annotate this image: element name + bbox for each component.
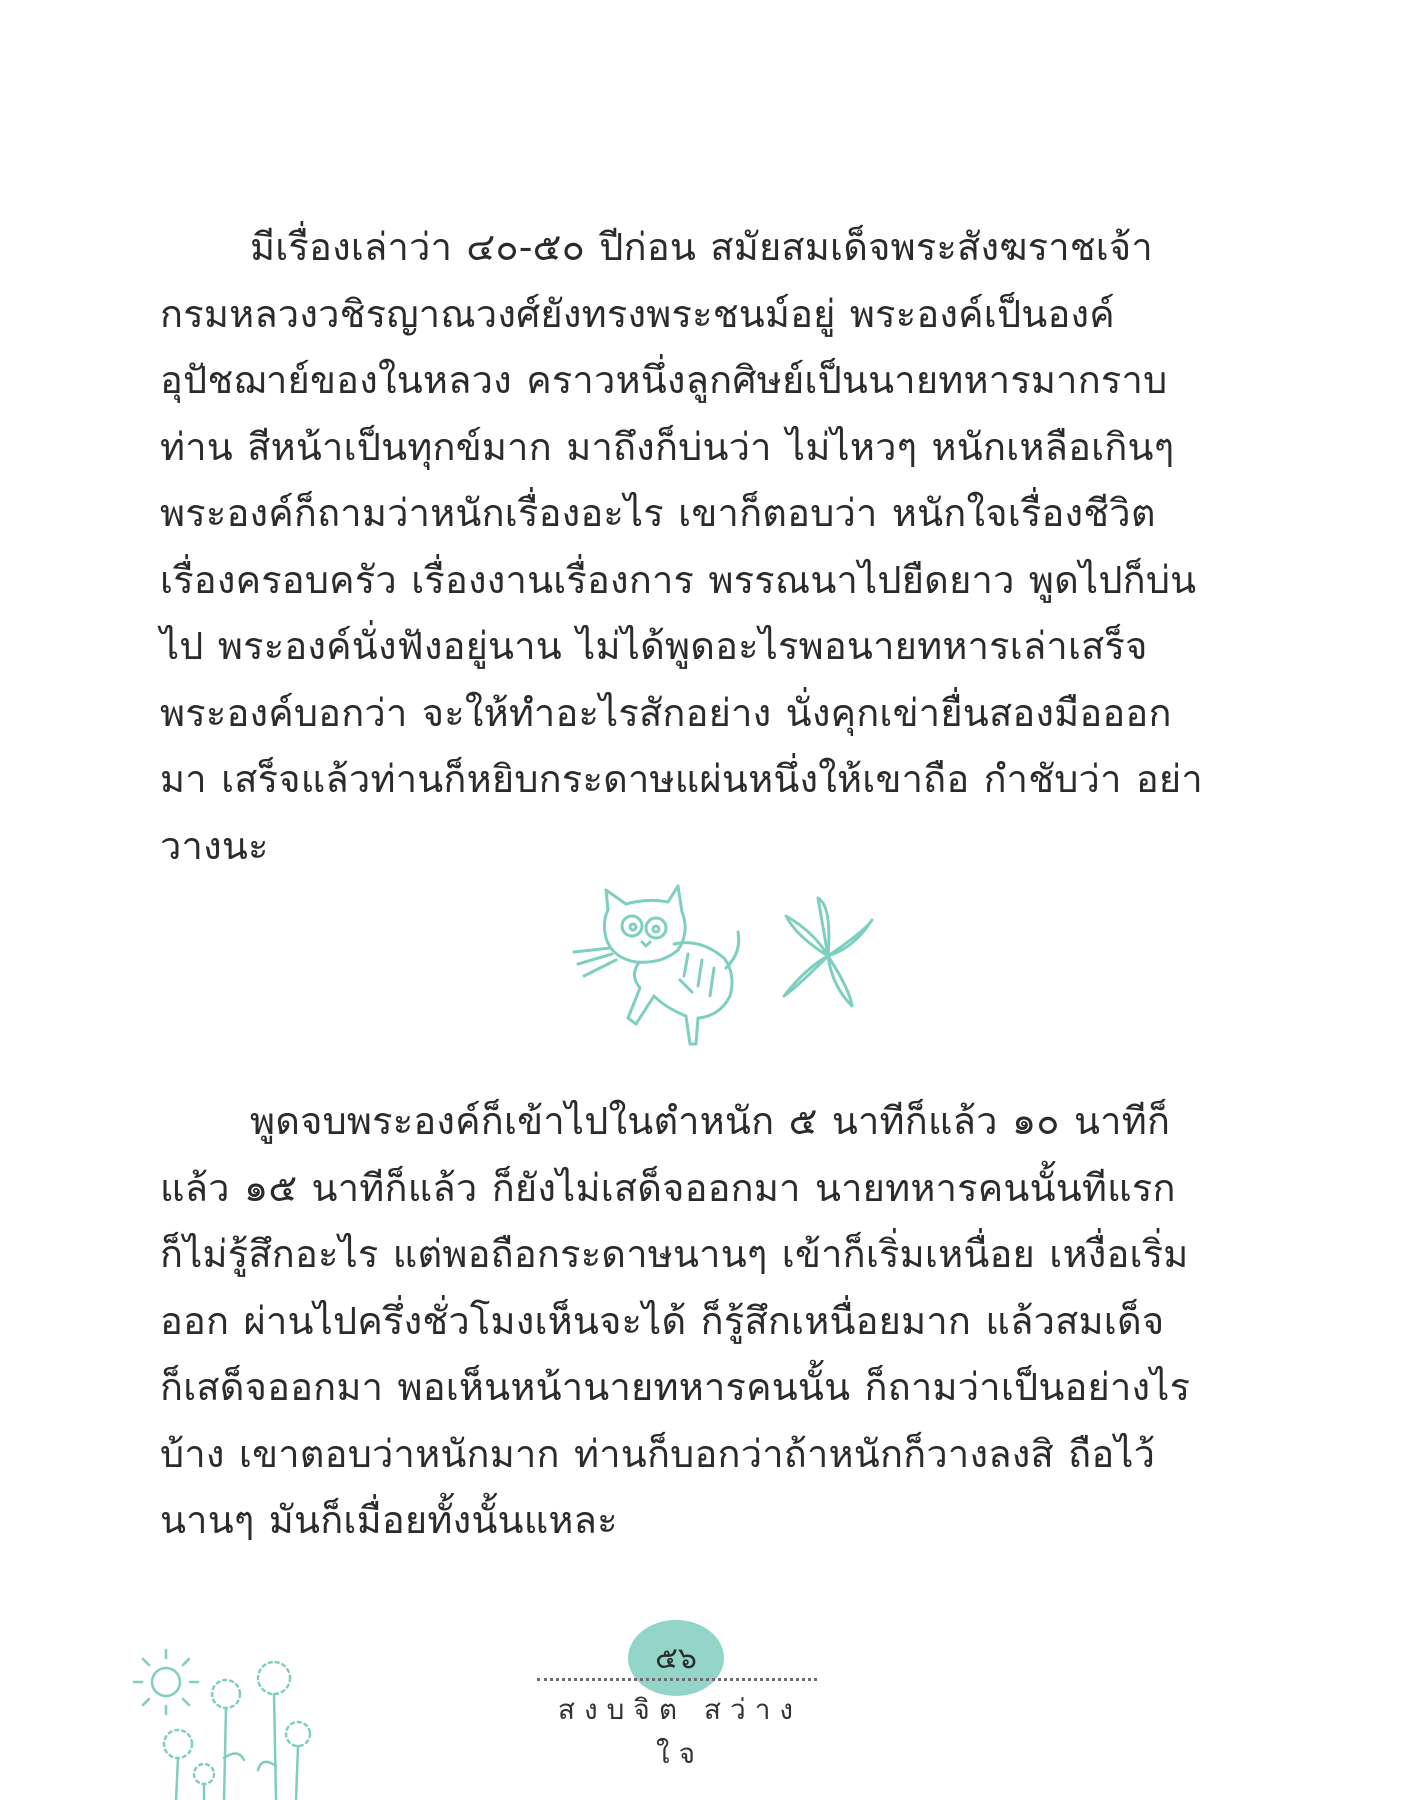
text-line: พูดจบพระองค์ก็เข้าไปในตำหนัก ๕ นาทีก็แล้…: [250, 1099, 1171, 1143]
book-title: สงบจิต สว่างใจ: [557, 1693, 803, 1770]
cat-illustration-icon: [572, 884, 874, 1046]
text-line: เรื่องครอบครัว เรื่องงานเรื่องการ พรรณนา…: [160, 557, 1197, 602]
page-number-badge: ๕๖: [628, 1620, 724, 1696]
page-number: ๕๖: [655, 1640, 697, 1676]
paragraph-2: พูดจบพระองค์ก็เข้าไปในตำหนัก ๕ นาทีก็แล้…: [160, 1088, 1192, 1554]
text-line: ท่าน สีหน้าเป็นทุกข์มาก มาถึงก็บ่นว่า ไม…: [160, 424, 1175, 469]
dotted-divider: [537, 1678, 817, 1681]
text-line: นานๆ มันก็เมื่อยทั้งนั้นแหละ: [160, 1498, 618, 1542]
paragraph-1: มีเรื่องเล่าว่า ๔๐-๕๐ ปีก่อน สมัยสมเด็จพ…: [160, 214, 1203, 879]
text-line: ก็ไม่รู้สึกอะไร แต่พอถือกระดาษนานๆ เข้าก…: [160, 1232, 1189, 1276]
text-line: มา เสร็จแล้วท่านก็หยิบกระดาษแผ่นหนึ่งให้…: [160, 757, 1203, 801]
text-line: มีเรื่องเล่าว่า ๔๐-๕๐ ปีก่อน สมัยสมเด็จพ…: [250, 225, 1153, 269]
text-line: ก็เสด็จออกมา พอเห็นหน้านายทหารคนนั้น ก็ถ…: [160, 1365, 1191, 1409]
book-page: มีเรื่องเล่าว่า ๔๐-๕๐ ปีก่อน สมัยสมเด็จพ…: [0, 0, 1422, 1800]
text-line: พระองค์บอกว่า จะให้ทำอะไรสักอย่าง นั่งคุ…: [160, 690, 1172, 735]
text-line: ออก ผ่านไปครึ่งชั่วโมงเห็นจะได้ ก็รู้สึก…: [160, 1298, 1165, 1343]
dandelion-flowers-icon: [132, 1648, 312, 1800]
text-line: พระองค์ก็ถามว่าหนักเรื่องอะไร เขาก็ตอบว่…: [160, 491, 1156, 535]
text-line: อุปัชฌาย์ของในหลวง คราวหนึ่งลูกศิษย์เป็น…: [160, 358, 1168, 402]
text-line: แล้ว ๑๕ นาทีก็แล้ว ก็ยังไม่เสด็จออกมา นา…: [160, 1165, 1176, 1210]
text-line: กรมหลวงวชิรญาณวงศ์ยังทรงพระชนม์อยู่ พระอ…: [160, 291, 1115, 336]
text-line: บ้าง เขาตอบว่าหนักมาก ท่านก็บอกว่าถ้าหนั…: [160, 1431, 1156, 1476]
text-line: ไป พระองค์นั่งฟังอยู่นาน ไม่ได้พูดอะไรพอ…: [160, 624, 1148, 668]
